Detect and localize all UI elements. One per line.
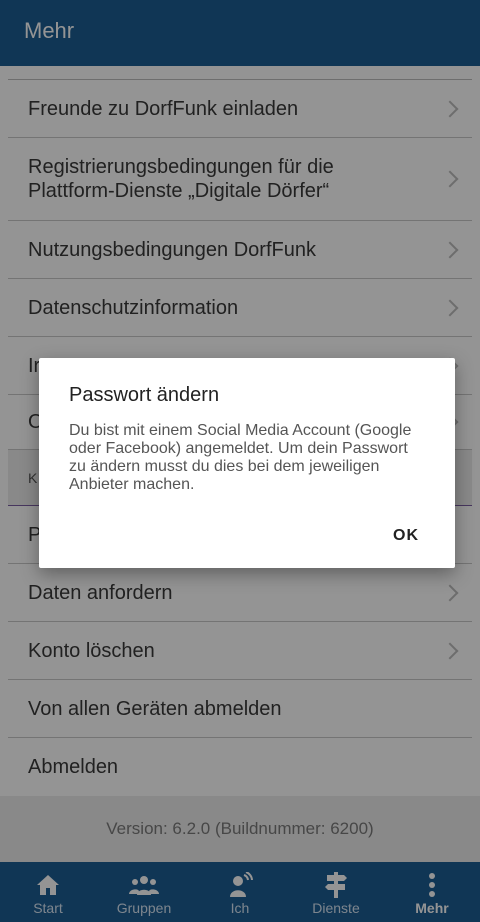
dialog-message: Du bist mit einem Social Media Account (… [69,422,412,493]
ok-button[interactable]: OK [393,527,419,545]
change-password-dialog: Passwort ändern Du bist mit einem Social… [39,358,455,568]
dialog-title: Passwort ändern [69,384,220,406]
